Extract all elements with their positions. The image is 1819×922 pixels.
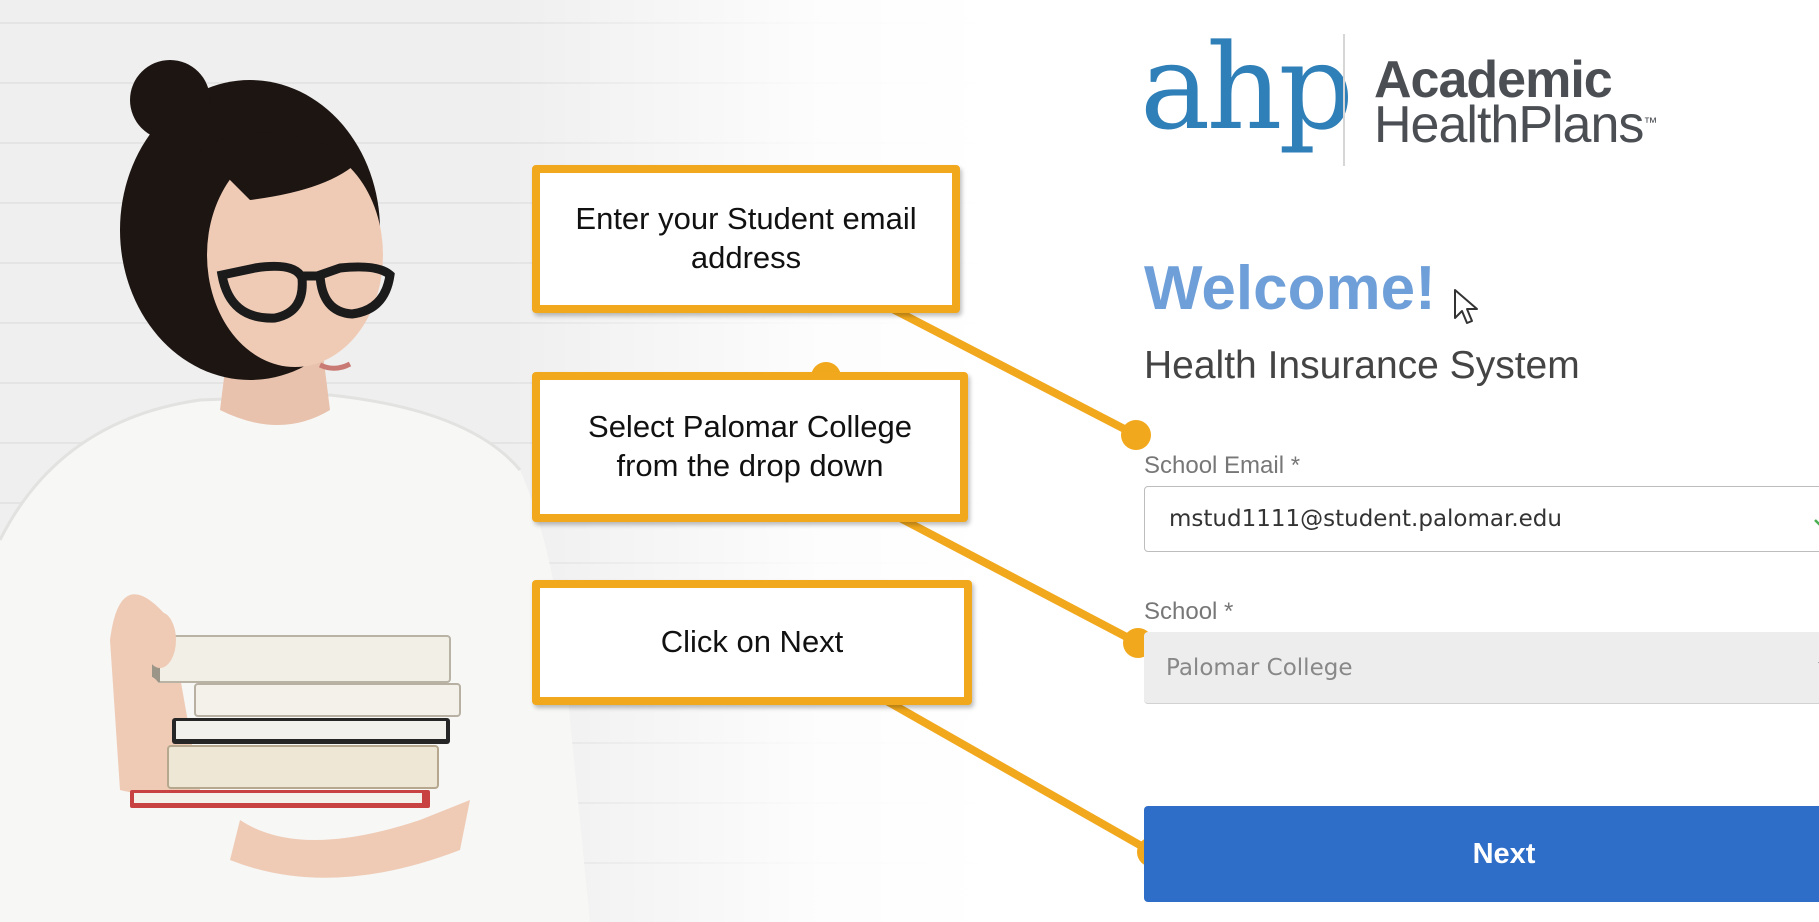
school-email-field[interactable]: mstud1111@student.palomar.edu	[1144, 486, 1819, 552]
school-email-value: mstud1111@student.palomar.edu	[1169, 506, 1562, 532]
logo-trademark: ™	[1643, 114, 1657, 130]
school-select-value: Palomar College	[1166, 654, 1353, 681]
callout-school-text: Select Palomar College from the drop dow…	[588, 409, 912, 483]
callout-email-text: Enter your Student email address	[575, 201, 917, 275]
callout-email: Enter your Student email address	[532, 165, 960, 313]
mouse-pointer-icon	[1454, 289, 1478, 324]
logo-wordmark-healthplans-text: HealthPlans	[1374, 96, 1644, 154]
callout-next-text: Click on Next	[660, 624, 844, 660]
school-label: School *	[1144, 598, 1234, 625]
school-email-label: School Email *	[1144, 452, 1301, 479]
ahp-logo-mark: ahp	[1140, 18, 1354, 156]
callout-next: Click on Next	[532, 580, 972, 705]
school-select[interactable]: Palomar College	[1144, 632, 1819, 704]
callout-school: Select Palomar College from the drop dow…	[532, 372, 968, 522]
page-subtitle: Health Insurance System	[1144, 344, 1580, 387]
logo-wordmark-healthplans: HealthPlans™	[1374, 96, 1657, 154]
logo-divider	[1343, 34, 1345, 166]
check-icon	[1814, 519, 1819, 526]
next-button[interactable]: Next	[1144, 806, 1819, 902]
welcome-heading: Welcome!	[1144, 254, 1436, 323]
